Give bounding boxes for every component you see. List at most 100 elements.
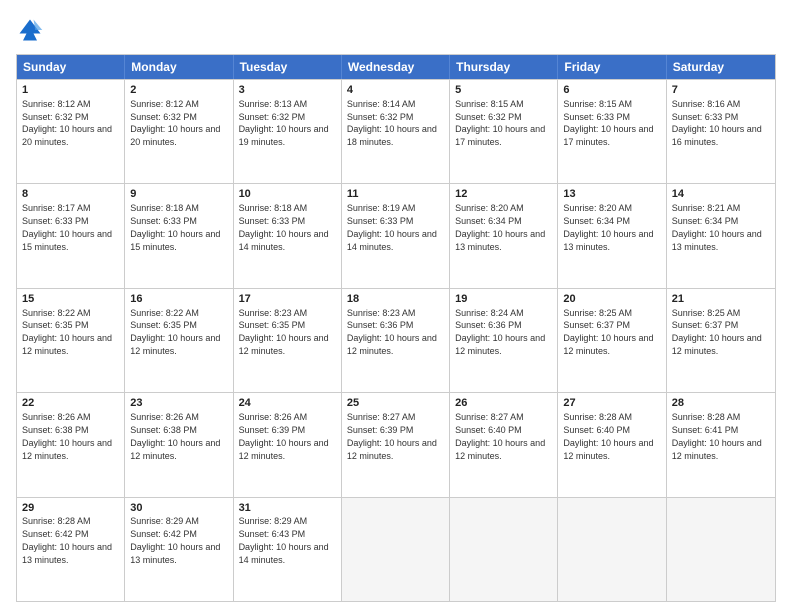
calendar-day-cell: 13 Sunrise: 8:20 AMSunset: 6:34 PMDaylig… (558, 184, 666, 287)
cell-info: Sunrise: 8:17 AMSunset: 6:33 PMDaylight:… (22, 203, 112, 251)
calendar-day-cell (342, 498, 450, 601)
cell-info: Sunrise: 8:18 AMSunset: 6:33 PMDaylight:… (130, 203, 220, 251)
calendar-day-cell: 6 Sunrise: 8:15 AMSunset: 6:33 PMDayligh… (558, 80, 666, 183)
calendar-header-day: Wednesday (342, 55, 450, 79)
calendar-day-cell: 8 Sunrise: 8:17 AMSunset: 6:33 PMDayligh… (17, 184, 125, 287)
calendar-day-cell: 9 Sunrise: 8:18 AMSunset: 6:33 PMDayligh… (125, 184, 233, 287)
day-number: 20 (563, 292, 660, 307)
cell-info: Sunrise: 8:29 AMSunset: 6:42 PMDaylight:… (130, 516, 220, 564)
calendar-week-row: 22 Sunrise: 8:26 AMSunset: 6:38 PMDaylig… (17, 392, 775, 496)
calendar-day-cell: 12 Sunrise: 8:20 AMSunset: 6:34 PMDaylig… (450, 184, 558, 287)
day-number: 31 (239, 501, 336, 516)
cell-info: Sunrise: 8:25 AMSunset: 6:37 PMDaylight:… (672, 308, 762, 356)
calendar-header-day: Sunday (17, 55, 125, 79)
calendar-day-cell: 3 Sunrise: 8:13 AMSunset: 6:32 PMDayligh… (234, 80, 342, 183)
calendar-day-cell: 2 Sunrise: 8:12 AMSunset: 6:32 PMDayligh… (125, 80, 233, 183)
cell-info: Sunrise: 8:28 AMSunset: 6:40 PMDaylight:… (563, 412, 653, 460)
cell-info: Sunrise: 8:18 AMSunset: 6:33 PMDaylight:… (239, 203, 329, 251)
calendar-header-day: Friday (558, 55, 666, 79)
cell-info: Sunrise: 8:13 AMSunset: 6:32 PMDaylight:… (239, 99, 329, 147)
day-number: 8 (22, 187, 119, 202)
calendar-day-cell (667, 498, 775, 601)
logo-icon (16, 16, 44, 44)
day-number: 9 (130, 187, 227, 202)
cell-info: Sunrise: 8:12 AMSunset: 6:32 PMDaylight:… (130, 99, 220, 147)
cell-info: Sunrise: 8:24 AMSunset: 6:36 PMDaylight:… (455, 308, 545, 356)
calendar-day-cell: 18 Sunrise: 8:23 AMSunset: 6:36 PMDaylig… (342, 289, 450, 392)
calendar-week-row: 1 Sunrise: 8:12 AMSunset: 6:32 PMDayligh… (17, 79, 775, 183)
cell-info: Sunrise: 8:25 AMSunset: 6:37 PMDaylight:… (563, 308, 653, 356)
calendar-day-cell: 25 Sunrise: 8:27 AMSunset: 6:39 PMDaylig… (342, 393, 450, 496)
calendar-day-cell: 26 Sunrise: 8:27 AMSunset: 6:40 PMDaylig… (450, 393, 558, 496)
calendar-week-row: 8 Sunrise: 8:17 AMSunset: 6:33 PMDayligh… (17, 183, 775, 287)
calendar-header-day: Saturday (667, 55, 775, 79)
calendar-day-cell: 30 Sunrise: 8:29 AMSunset: 6:42 PMDaylig… (125, 498, 233, 601)
calendar-day-cell: 31 Sunrise: 8:29 AMSunset: 6:43 PMDaylig… (234, 498, 342, 601)
cell-info: Sunrise: 8:27 AMSunset: 6:40 PMDaylight:… (455, 412, 545, 460)
calendar-day-cell: 28 Sunrise: 8:28 AMSunset: 6:41 PMDaylig… (667, 393, 775, 496)
day-number: 4 (347, 83, 444, 98)
cell-info: Sunrise: 8:23 AMSunset: 6:36 PMDaylight:… (347, 308, 437, 356)
day-number: 18 (347, 292, 444, 307)
cell-info: Sunrise: 8:21 AMSunset: 6:34 PMDaylight:… (672, 203, 762, 251)
cell-info: Sunrise: 8:22 AMSunset: 6:35 PMDaylight:… (22, 308, 112, 356)
day-number: 17 (239, 292, 336, 307)
calendar-day-cell: 14 Sunrise: 8:21 AMSunset: 6:34 PMDaylig… (667, 184, 775, 287)
day-number: 10 (239, 187, 336, 202)
cell-info: Sunrise: 8:29 AMSunset: 6:43 PMDaylight:… (239, 516, 329, 564)
calendar-day-cell: 4 Sunrise: 8:14 AMSunset: 6:32 PMDayligh… (342, 80, 450, 183)
calendar-day-cell: 17 Sunrise: 8:23 AMSunset: 6:35 PMDaylig… (234, 289, 342, 392)
day-number: 30 (130, 501, 227, 516)
day-number: 1 (22, 83, 119, 98)
calendar-day-cell: 23 Sunrise: 8:26 AMSunset: 6:38 PMDaylig… (125, 393, 233, 496)
calendar-day-cell: 11 Sunrise: 8:19 AMSunset: 6:33 PMDaylig… (342, 184, 450, 287)
calendar-day-cell: 19 Sunrise: 8:24 AMSunset: 6:36 PMDaylig… (450, 289, 558, 392)
calendar: SundayMondayTuesdayWednesdayThursdayFrid… (16, 54, 776, 602)
cell-info: Sunrise: 8:28 AMSunset: 6:42 PMDaylight:… (22, 516, 112, 564)
cell-info: Sunrise: 8:26 AMSunset: 6:38 PMDaylight:… (130, 412, 220, 460)
cell-info: Sunrise: 8:14 AMSunset: 6:32 PMDaylight:… (347, 99, 437, 147)
calendar-day-cell (558, 498, 666, 601)
calendar-day-cell: 21 Sunrise: 8:25 AMSunset: 6:37 PMDaylig… (667, 289, 775, 392)
page: SundayMondayTuesdayWednesdayThursdayFrid… (0, 0, 792, 612)
calendar-day-cell: 27 Sunrise: 8:28 AMSunset: 6:40 PMDaylig… (558, 393, 666, 496)
cell-info: Sunrise: 8:28 AMSunset: 6:41 PMDaylight:… (672, 412, 762, 460)
day-number: 26 (455, 396, 552, 411)
cell-info: Sunrise: 8:15 AMSunset: 6:32 PMDaylight:… (455, 99, 545, 147)
cell-info: Sunrise: 8:20 AMSunset: 6:34 PMDaylight:… (563, 203, 653, 251)
day-number: 11 (347, 187, 444, 202)
day-number: 22 (22, 396, 119, 411)
day-number: 2 (130, 83, 227, 98)
cell-info: Sunrise: 8:22 AMSunset: 6:35 PMDaylight:… (130, 308, 220, 356)
day-number: 28 (672, 396, 770, 411)
header (16, 16, 776, 44)
day-number: 24 (239, 396, 336, 411)
calendar-header-day: Thursday (450, 55, 558, 79)
cell-info: Sunrise: 8:20 AMSunset: 6:34 PMDaylight:… (455, 203, 545, 251)
day-number: 3 (239, 83, 336, 98)
cell-info: Sunrise: 8:15 AMSunset: 6:33 PMDaylight:… (563, 99, 653, 147)
day-number: 13 (563, 187, 660, 202)
day-number: 21 (672, 292, 770, 307)
calendar-body: 1 Sunrise: 8:12 AMSunset: 6:32 PMDayligh… (17, 79, 775, 601)
calendar-header-day: Tuesday (234, 55, 342, 79)
calendar-header-day: Monday (125, 55, 233, 79)
day-number: 7 (672, 83, 770, 98)
day-number: 6 (563, 83, 660, 98)
cell-info: Sunrise: 8:19 AMSunset: 6:33 PMDaylight:… (347, 203, 437, 251)
cell-info: Sunrise: 8:12 AMSunset: 6:32 PMDaylight:… (22, 99, 112, 147)
calendar-day-cell: 29 Sunrise: 8:28 AMSunset: 6:42 PMDaylig… (17, 498, 125, 601)
calendar-day-cell: 5 Sunrise: 8:15 AMSunset: 6:32 PMDayligh… (450, 80, 558, 183)
calendar-day-cell: 22 Sunrise: 8:26 AMSunset: 6:38 PMDaylig… (17, 393, 125, 496)
calendar-day-cell: 7 Sunrise: 8:16 AMSunset: 6:33 PMDayligh… (667, 80, 775, 183)
calendar-day-cell (450, 498, 558, 601)
cell-info: Sunrise: 8:23 AMSunset: 6:35 PMDaylight:… (239, 308, 329, 356)
day-number: 12 (455, 187, 552, 202)
day-number: 15 (22, 292, 119, 307)
day-number: 14 (672, 187, 770, 202)
day-number: 27 (563, 396, 660, 411)
day-number: 29 (22, 501, 119, 516)
cell-info: Sunrise: 8:26 AMSunset: 6:39 PMDaylight:… (239, 412, 329, 460)
day-number: 5 (455, 83, 552, 98)
day-number: 23 (130, 396, 227, 411)
